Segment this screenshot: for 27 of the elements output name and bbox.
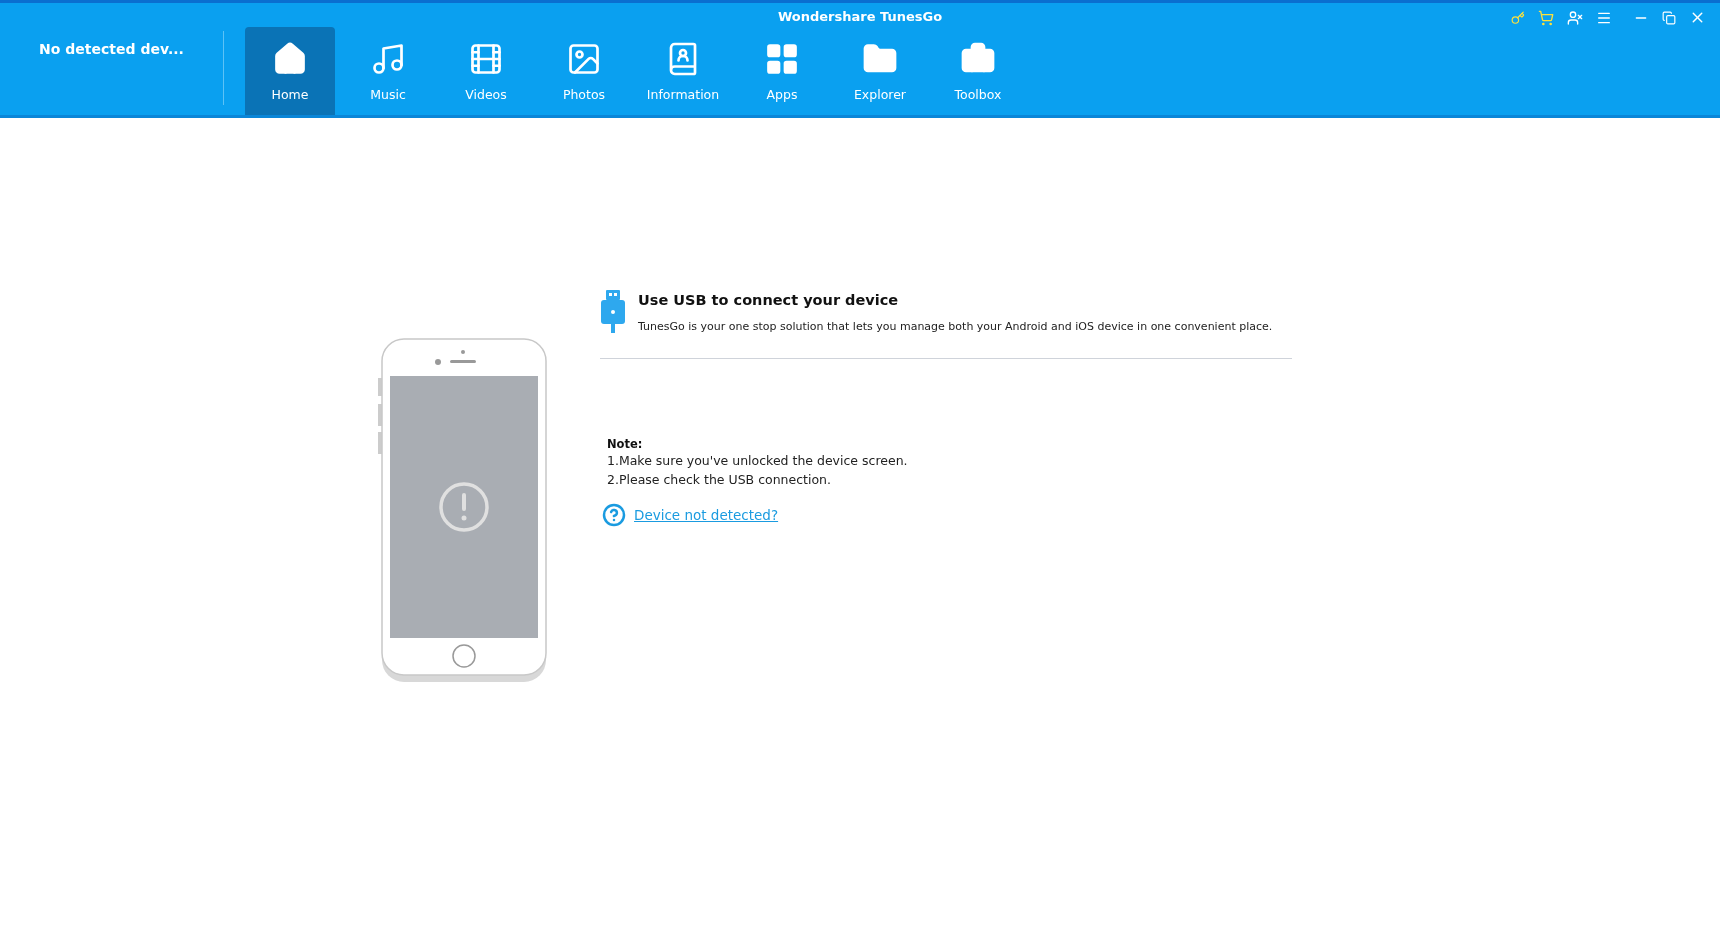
note-item: 2.Please check the USB connection.: [607, 471, 832, 489]
nav-tab[interactable]: Music: [343, 27, 433, 115]
connect-description: TunesGo is your one stop solution that lets you manage both your Android and iOS device in one convenient place.: [638, 320, 1273, 333]
nav-tab[interactable]: Home: [245, 27, 335, 115]
connect-title: Use USB to connect your device: [638, 292, 900, 308]
film-icon: [468, 41, 504, 77]
help-icon: [602, 503, 626, 527]
device-name: No detected dev...: [39, 41, 184, 59]
nav-tab[interactable]: Photos: [539, 27, 629, 115]
restore-icon[interactable]: [1662, 10, 1676, 25]
user-icon[interactable]: [1567, 9, 1583, 26]
home-icon: [272, 41, 308, 77]
nav-tab[interactable]: Apps: [737, 27, 827, 115]
cart-icon[interactable]: [1538, 9, 1554, 26]
note-heading: Note:: [607, 437, 644, 451]
key-icon[interactable]: [1511, 10, 1525, 25]
grid-icon: [764, 41, 800, 77]
window-title: Wondershare TunesGo: [777, 9, 943, 24]
nav-tab[interactable]: Videos: [441, 27, 531, 115]
music-note-icon: [370, 41, 406, 77]
nav-tab[interactable]: Toolbox: [933, 27, 1023, 115]
help-link[interactable]: Device not detected?: [634, 507, 779, 523]
note-item: 1.Make sure you've unlocked the device screen.: [607, 452, 909, 470]
nav-tab[interactable]: Explorer: [835, 27, 925, 115]
image-icon: [566, 41, 602, 77]
usb-plug-icon: [600, 288, 626, 334]
nav-tab[interactable]: Information: [633, 27, 733, 115]
